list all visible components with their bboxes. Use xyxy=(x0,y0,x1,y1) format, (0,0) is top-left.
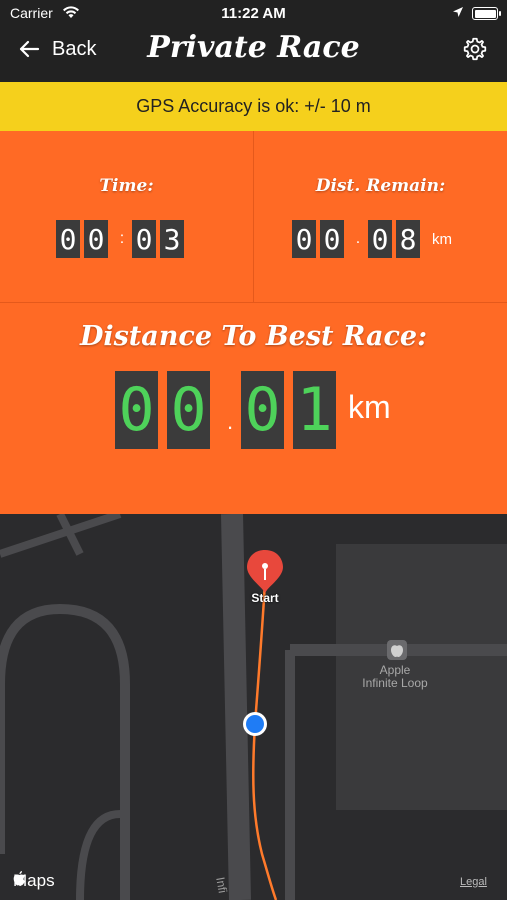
map-view[interactable]: Start Apple Infinite Loop Infi Maps Lega… xyxy=(0,514,507,900)
location-arrow-icon xyxy=(453,7,463,17)
poi-label[interactable]: Apple Infinite Loop xyxy=(340,664,450,690)
legal-link[interactable]: Legal xyxy=(460,876,487,888)
divider xyxy=(253,131,254,302)
time-label: Time: xyxy=(99,176,154,196)
user-location-icon xyxy=(243,712,267,736)
map-road xyxy=(221,514,251,900)
race-stats-panel: Time: 0 0 : 0 3 Dist. Remain: 0 0 . 0 8 … xyxy=(0,131,507,514)
dist-digit: 8 xyxy=(396,220,420,258)
dist-digit: 0 xyxy=(320,220,344,258)
battery-icon xyxy=(472,7,501,20)
best-separator: . xyxy=(226,409,234,434)
time-digit: 0 xyxy=(84,220,108,258)
poi-name-line2: Infinite Loop xyxy=(362,676,428,690)
best-digit: 1 xyxy=(293,371,336,449)
poi-apple-icon[interactable] xyxy=(387,640,407,660)
dist-digit: 0 xyxy=(292,220,316,258)
time-digit: 0 xyxy=(132,220,156,258)
back-arrow-icon xyxy=(19,40,40,58)
status-time: 11:22 AM xyxy=(221,5,286,22)
map-canvas[interactable] xyxy=(0,514,507,900)
time-separator: : xyxy=(119,230,125,247)
dist-remain-readout: 0 0 . 0 8 km xyxy=(292,220,452,258)
time-readout: 0 0 : 0 3 xyxy=(56,220,188,258)
time-digit: 3 xyxy=(160,220,184,258)
divider xyxy=(0,302,507,303)
best-digit: 0 xyxy=(241,371,284,449)
header: Carrier 11:22 AM Back Private Race xyxy=(0,0,507,82)
status-bar: Carrier 11:22 AM xyxy=(0,0,507,28)
apple-logo-icon xyxy=(13,871,25,886)
best-race-label: Distance To Best Race: xyxy=(79,321,428,352)
best-race-readout: 0 0 . 0 1 km xyxy=(115,371,391,449)
dist-unit: km xyxy=(432,230,452,248)
back-label: Back xyxy=(52,37,97,60)
dist-digit: 0 xyxy=(368,220,392,258)
map-road xyxy=(76,810,121,900)
street-label: Infi xyxy=(213,876,230,895)
time-digit: 0 xyxy=(56,220,80,258)
gear-icon[interactable] xyxy=(462,36,488,62)
dist-remain-label: Dist. Remain: xyxy=(315,176,446,196)
gps-accuracy-banner: GPS Accuracy is ok: +/- 10 m xyxy=(0,82,507,131)
best-digit: 0 xyxy=(115,371,158,449)
dist-separator: . xyxy=(355,230,361,247)
map-pin-icon[interactable] xyxy=(247,550,283,593)
maps-brand: Maps xyxy=(13,871,55,891)
best-digit: 0 xyxy=(167,371,210,449)
start-label: Start xyxy=(251,591,279,605)
map-road xyxy=(0,603,130,900)
back-button[interactable]: Back xyxy=(18,34,96,64)
best-unit: km xyxy=(348,388,391,425)
route-line xyxy=(252,581,278,900)
